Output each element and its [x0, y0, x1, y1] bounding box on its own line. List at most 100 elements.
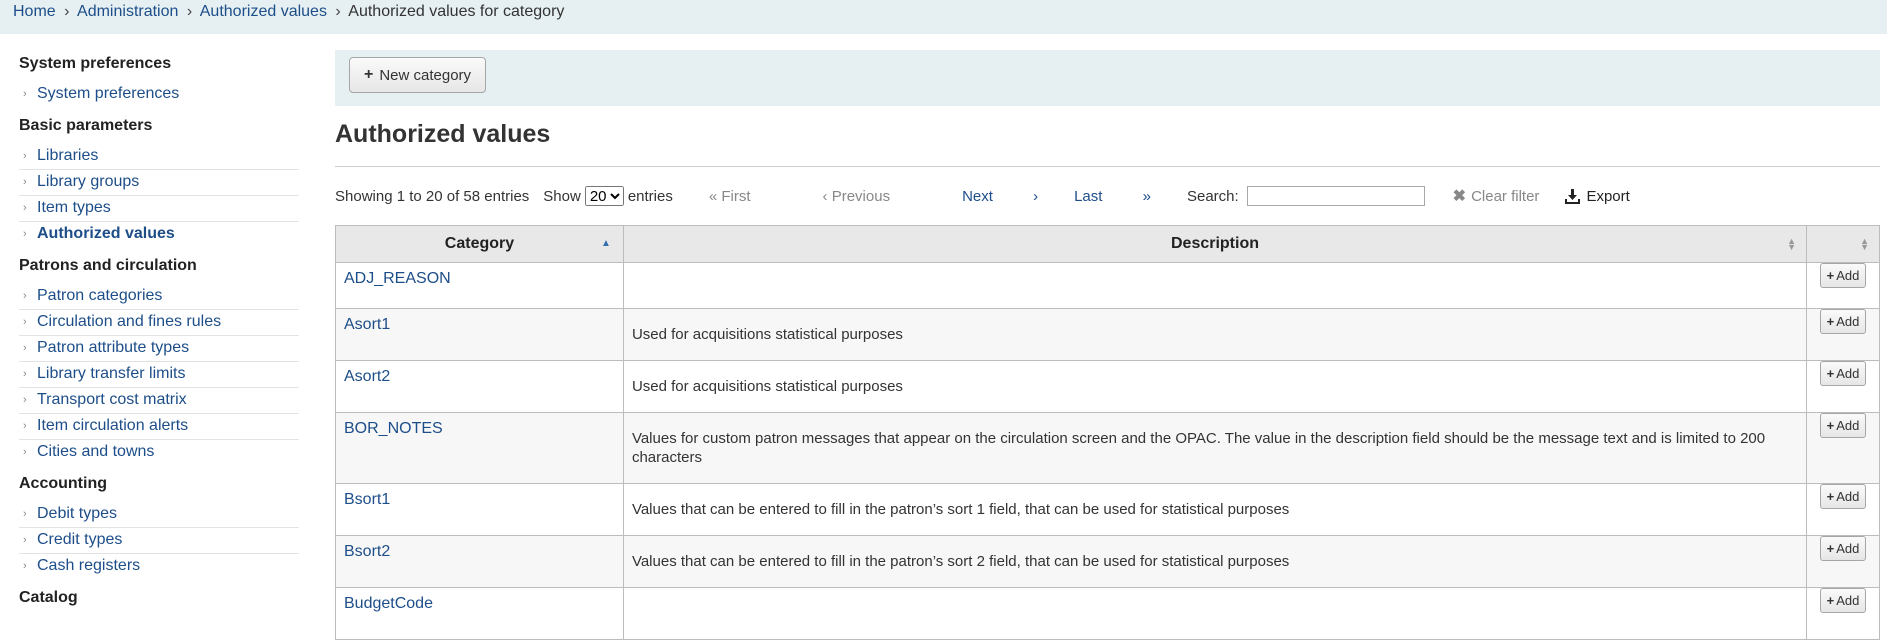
add-label: Add — [1836, 314, 1860, 329]
chevron-right-icon: › — [23, 150, 27, 162]
add-value-button[interactable]: + Add — [1819, 588, 1867, 613]
close-icon: ✖ — [1452, 188, 1467, 205]
actions-cell: + Add — [1806, 412, 1880, 484]
category-cell: Asort2 — [335, 360, 624, 413]
breadcrumb-authorized-values[interactable]: Authorized values — [200, 3, 327, 20]
pager-previous[interactable]: ‹ Previous — [823, 188, 927, 205]
plus-icon: + — [1826, 418, 1835, 433]
breadcrumb-separator: › — [64, 3, 70, 20]
add-label: Add — [1836, 593, 1860, 608]
page-size-select[interactable]: 20 — [584, 186, 624, 206]
sidebar-item-item-circulation-alerts[interactable]: › Item circulation alerts — [19, 414, 299, 440]
category-cell: Asort1 — [335, 308, 624, 361]
sidebar-item-transport-cost-matrix[interactable]: › Transport cost matrix — [19, 388, 299, 414]
category-link[interactable]: ADJ_REASON — [344, 270, 615, 288]
sidebar-item-authorized-values[interactable]: › Authorized values — [19, 222, 299, 247]
pager-first[interactable]: « First — [709, 188, 787, 205]
clear-filter-label: Clear filter — [1471, 187, 1540, 205]
category-link[interactable]: Bsort1 — [344, 491, 615, 509]
pager-next[interactable]: Next › — [962, 188, 1038, 205]
add-value-button[interactable]: + Add — [1819, 413, 1867, 438]
description-text: Used for acquisitions statistical purpos… — [631, 326, 903, 343]
sidebar-item-libraries[interactable]: › Libraries — [19, 144, 299, 170]
add-value-button[interactable]: + Add — [1819, 484, 1867, 509]
sidebar-item-label[interactable]: System preferences — [37, 85, 179, 103]
breadcrumb-administration[interactable]: Administration — [77, 3, 178, 20]
pager-previous-label: Previous — [831, 187, 891, 205]
sidebar-item-label[interactable]: Item types — [37, 199, 111, 217]
sidebar-item-label[interactable]: Transport cost matrix — [37, 391, 187, 409]
sidebar-item-label[interactable]: Debit types — [37, 505, 117, 523]
add-value-button[interactable]: + Add — [1819, 361, 1867, 386]
chevron-right-icon: › — [23, 290, 27, 302]
category-link[interactable]: Asort2 — [344, 368, 615, 386]
table-row: Asort2 Used for acquisitions statistical… — [335, 360, 1880, 413]
sidebar-list: › Debit types › Credit types › Cash registe… — [19, 502, 299, 579]
category-cell: Bsort1 — [335, 483, 624, 536]
sidebar-item-patron-categories[interactable]: › Patron categories — [19, 284, 299, 310]
sidebar-item-label[interactable]: Circulation and fines rules — [37, 313, 221, 331]
sidebar-item-label[interactable]: Cash registers — [37, 557, 140, 575]
add-value-button[interactable]: + Add — [1819, 536, 1867, 561]
sidebar-item-label[interactable]: Authorized values — [37, 225, 175, 243]
new-category-button[interactable]: + New category — [349, 57, 487, 93]
breadcrumb-home[interactable]: Home — [13, 3, 56, 20]
add-label: Add — [1836, 366, 1860, 381]
description-cell — [622, 587, 1808, 640]
sidebar-item-credit-types[interactable]: › Credit types — [19, 528, 299, 554]
clear-filter-button[interactable]: ✖ Clear filter — [1453, 186, 1540, 206]
chevron-right-icon: › — [23, 368, 27, 380]
sidebar-item-label[interactable]: Library transfer limits — [37, 365, 185, 383]
category-link[interactable]: Asort1 — [344, 316, 615, 334]
sidebar-item-label[interactable]: Patron attribute types — [37, 339, 189, 357]
column-header-actions[interactable]: ▲ ▼ — [1806, 225, 1880, 263]
pager-last[interactable]: Last » — [1074, 188, 1151, 205]
admin-sidebar: System preferences › System preferences B… — [19, 55, 299, 616]
category-link[interactable]: Bsort2 — [344, 543, 615, 561]
chevron-right-icon: › — [23, 202, 27, 214]
entries-label: entries — [627, 187, 673, 205]
sidebar-item-cash-registers[interactable]: › Cash registers — [19, 554, 299, 579]
actions-cell: + Add — [1806, 535, 1880, 588]
sidebar-item-label[interactable]: Library groups — [37, 173, 139, 191]
pagination: « First ‹ Previous Next › Last » — [709, 188, 1187, 205]
chevron-right-icon: › — [23, 176, 27, 188]
actions-cell: + Add — [1806, 360, 1880, 413]
sidebar-item-label[interactable]: Patron categories — [37, 287, 162, 305]
sidebar-item-item-types[interactable]: › Item types — [19, 196, 299, 222]
column-header-description[interactable]: Description ▲ ▼ — [622, 225, 1808, 263]
show-label: Show — [543, 187, 581, 205]
category-link[interactable]: BOR_NOTES — [344, 420, 615, 438]
sidebar-item-library-transfer-limits[interactable]: › Library transfer limits — [19, 362, 299, 388]
sidebar-item-circulation-rules[interactable]: › Circulation and fines rules — [19, 310, 299, 336]
column-header-category[interactable]: Category ▲ — [335, 225, 624, 263]
sidebar-item-system-preferences[interactable]: › System preferences — [19, 82, 299, 107]
sidebar-item-label[interactable]: Item circulation alerts — [37, 417, 188, 435]
table-row: Asort1 Used for acquisitions statistical… — [335, 308, 1880, 361]
add-value-button[interactable]: + Add — [1819, 309, 1867, 334]
actions-cell: + Add — [1806, 587, 1880, 640]
sidebar-item-library-groups[interactable]: › Library groups — [19, 170, 299, 196]
search-input[interactable] — [1246, 186, 1425, 206]
main-content: + New category Authorized values Showing… — [335, 50, 1880, 640]
sidebar-section-title: Catalog — [19, 589, 78, 606]
sidebar-item-label[interactable]: Libraries — [37, 147, 98, 165]
sidebar-item-label[interactable]: Cities and towns — [37, 443, 154, 461]
sidebar-item-label[interactable]: Credit types — [37, 531, 122, 549]
sidebar-item-patron-attribute-types[interactable]: › Patron attribute types — [19, 336, 299, 362]
export-button[interactable]: Export — [1565, 188, 1630, 205]
sidebar-section-title: System preferences — [19, 55, 172, 72]
add-label: Add — [1836, 541, 1860, 556]
chevron-right-icon: › — [23, 446, 27, 458]
actions-cell: + Add — [1806, 308, 1880, 361]
category-cell: BOR_NOTES — [335, 412, 624, 484]
add-value-button[interactable]: + Add — [1819, 263, 1867, 288]
chevron-right-icon: › — [23, 534, 27, 546]
sidebar-section-title: Basic parameters — [19, 117, 153, 134]
description-text: Values that can be entered to fill in th… — [631, 501, 1290, 518]
chevron-right-icon: › — [23, 560, 27, 572]
category-link[interactable]: BudgetCode — [344, 595, 615, 613]
sidebar-item-debit-types[interactable]: › Debit types — [19, 502, 299, 528]
sidebar-item-cities-and-towns[interactable]: › Cities and towns — [19, 440, 299, 465]
description-cell: Values that can be entered to fill in th… — [622, 535, 1808, 588]
